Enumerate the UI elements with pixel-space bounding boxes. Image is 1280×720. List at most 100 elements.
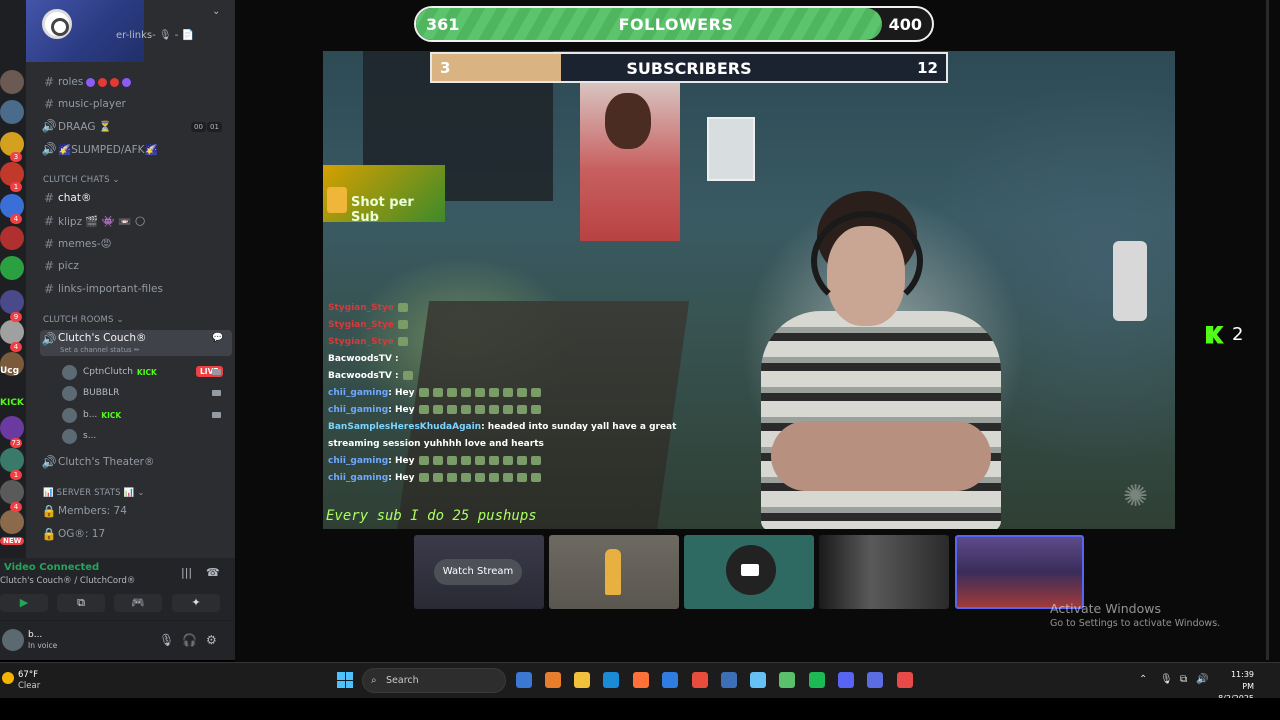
weather-temp[interactable]: 67°F bbox=[18, 670, 38, 680]
shot-per-sub-overlay: Shot per Sub bbox=[323, 165, 445, 225]
channel-item[interactable]: # memes-😡 bbox=[40, 234, 232, 254]
taskbar-search[interactable]: ⌕ Search bbox=[362, 668, 506, 693]
volume-icon[interactable]: 🔊 bbox=[1196, 674, 1208, 685]
signal-icon[interactable]: ||| bbox=[181, 566, 192, 579]
taskbar-app-icon[interactable] bbox=[603, 672, 619, 688]
taskbar-app-icon[interactable] bbox=[721, 672, 737, 688]
voice-status-title[interactable]: Video Connected bbox=[4, 562, 99, 573]
subscribers-label: SUBSCRIBERS bbox=[626, 59, 752, 78]
scrollbar[interactable] bbox=[1266, 0, 1269, 660]
mention-badge: 4 bbox=[10, 342, 22, 352]
category-clutch-rooms[interactable]: CLUTCH ROOMS ⌄ bbox=[43, 315, 124, 325]
participant-tile[interactable] bbox=[684, 535, 814, 609]
channel-item[interactable]: # picz bbox=[40, 256, 232, 276]
user-name[interactable]: b... bbox=[28, 630, 42, 640]
taskbar-app-icon[interactable] bbox=[545, 672, 561, 688]
voice-user[interactable]: CptnClutch KICK bbox=[62, 363, 157, 381]
server-icon[interactable] bbox=[0, 510, 24, 534]
voice-channel-theater[interactable]: 🔊 Clutch's Theater® bbox=[40, 452, 232, 472]
server-label[interactable]: Ucg bbox=[0, 366, 19, 376]
chat-bubble-icon[interactable]: 💬 bbox=[212, 333, 223, 343]
activities-button[interactable]: 🎮 bbox=[114, 594, 162, 612]
server-icon[interactable] bbox=[0, 290, 24, 314]
gear-icon[interactable]: ⚙ bbox=[206, 633, 217, 647]
taskbar-app-icon[interactable] bbox=[750, 672, 766, 688]
stream-video[interactable]: 3 SUBSCRIBERS 12 Shot per Sub Stygian_St… bbox=[323, 51, 1175, 529]
participant-tile-selected[interactable] bbox=[955, 535, 1084, 609]
category-clutch-chats[interactable]: CLUTCH CHATS ⌄ bbox=[43, 175, 120, 185]
disconnect-icon[interactable]: ☎ bbox=[206, 566, 220, 579]
microphone-icon[interactable]: 🎙 bbox=[1160, 674, 1173, 685]
network-icon[interactable]: ⧉ bbox=[1180, 674, 1187, 685]
windows-start-icon[interactable] bbox=[337, 672, 353, 688]
mention-badge: 9 bbox=[10, 312, 22, 322]
activate-windows-title: Activate Windows bbox=[1050, 601, 1161, 616]
category-server-stats[interactable]: 📊 SERVER STATS 📊 ⌄ bbox=[43, 488, 145, 498]
channel-item[interactable]: # klipz 🎬 👾 📼 🌕 bbox=[40, 211, 232, 231]
chat-message: BacwoodsTV : bbox=[328, 371, 413, 381]
headphones-icon[interactable]: 🎧 bbox=[182, 633, 197, 647]
emote-icon bbox=[418, 456, 429, 465]
taskbar-app-icon[interactable] bbox=[867, 672, 883, 688]
voice-user[interactable]: b... KICK bbox=[62, 406, 121, 424]
server-icon[interactable] bbox=[0, 256, 24, 280]
taskbar-app-icon[interactable] bbox=[897, 672, 913, 688]
taskbar-app-icon[interactable] bbox=[574, 672, 590, 688]
server-label[interactable]: KICK bbox=[0, 398, 24, 408]
voice-user[interactable]: s... bbox=[62, 427, 96, 445]
chat-text: : Hey bbox=[388, 456, 415, 466]
taskbar-app-icon[interactable] bbox=[838, 672, 854, 688]
voice-channel-path[interactable]: Clutch's Couch® / ClutchCord® bbox=[0, 576, 135, 586]
emote-icon bbox=[460, 456, 471, 465]
chevron-up-icon[interactable]: ⌃ bbox=[1139, 674, 1147, 685]
channel-item[interactable]: # links-important-files bbox=[40, 279, 232, 299]
server-icon[interactable] bbox=[0, 70, 24, 94]
server-icon[interactable] bbox=[0, 416, 24, 440]
avatar[interactable] bbox=[2, 629, 24, 651]
taskbar-app-icon[interactable] bbox=[692, 672, 708, 688]
server-icon[interactable] bbox=[0, 448, 24, 472]
channel-item[interactable]: # roles bbox=[40, 72, 232, 92]
participant-tile[interactable] bbox=[549, 535, 679, 609]
chat-message: BacwoodsTV : bbox=[328, 354, 399, 364]
chat-text: : Hey bbox=[388, 473, 415, 483]
server-icon[interactable] bbox=[0, 480, 24, 504]
emote-icon bbox=[502, 456, 513, 465]
server-icon[interactable] bbox=[0, 320, 24, 344]
server-icon[interactable] bbox=[0, 100, 24, 124]
screen-share-button[interactable]: ⧉ bbox=[57, 594, 105, 612]
stat-og[interactable]: 🔒 OG®: 17 bbox=[40, 524, 232, 544]
kick-tag: KICK bbox=[136, 367, 157, 377]
channel-item[interactable]: # music-player bbox=[40, 94, 232, 114]
weather-desc[interactable]: Clear bbox=[18, 681, 40, 691]
taskbar-app-icon[interactable] bbox=[779, 672, 795, 688]
taskbar-app-icon[interactable] bbox=[516, 672, 532, 688]
server-label[interactable]: NEW bbox=[0, 537, 25, 545]
emote-icon bbox=[516, 473, 527, 482]
channel-status[interactable]: Set a channel status ✏ bbox=[60, 346, 140, 354]
emote-icon bbox=[418, 473, 429, 482]
soundboard-button[interactable]: ✦ bbox=[172, 594, 220, 612]
chevron-down-icon[interactable]: ⌄ bbox=[212, 6, 220, 17]
emote-icon bbox=[446, 473, 457, 482]
participant-tile[interactable]: Watch Stream bbox=[414, 535, 544, 609]
desk bbox=[396, 301, 690, 529]
channel-label: 🌠SLUMPED/AFK🌠 bbox=[58, 143, 158, 156]
stat-members[interactable]: 🔒 Members: 74 bbox=[40, 501, 232, 521]
microphone-icon[interactable]: 🎙 bbox=[159, 633, 174, 647]
server-icon[interactable] bbox=[0, 226, 24, 250]
channel-item[interactable]: # chat® bbox=[40, 188, 232, 208]
chat-message: streaming session yuhhhh love and hearts bbox=[328, 439, 544, 449]
role-dot-icon bbox=[98, 77, 108, 87]
taskbar-app-icon[interactable] bbox=[809, 672, 825, 688]
watch-stream-button[interactable]: Watch Stream bbox=[434, 559, 522, 585]
search-icon: ⌕ bbox=[371, 675, 377, 686]
channel-links[interactable]: er-links- 🎙 - 📄 bbox=[116, 30, 194, 41]
voice-channel-clutchs-couch[interactable]: 🔊 Clutch's Couch® 💬 Set a channel status… bbox=[40, 330, 232, 356]
taskbar-app-icon[interactable] bbox=[633, 672, 649, 688]
taskbar-app-icon[interactable] bbox=[662, 672, 678, 688]
voice-user[interactable]: BUBBLR bbox=[62, 384, 119, 402]
channel-item[interactable]: 🔊 🌠SLUMPED/AFK🌠 bbox=[40, 139, 232, 159]
camera-button[interactable]: ▶ bbox=[0, 594, 48, 612]
participant-tile[interactable] bbox=[819, 535, 949, 609]
